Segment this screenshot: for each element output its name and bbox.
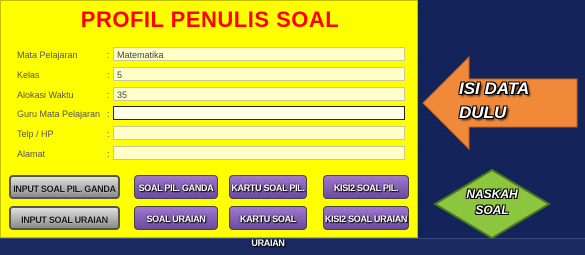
alamat-field[interactable] xyxy=(113,146,405,160)
soal-text: SOAL xyxy=(475,203,509,217)
kartu-soal-uraian-button[interactable]: KARTU SOAL URAIAN xyxy=(229,206,307,248)
profile-panel: PROFIL PENULIS SOAL Mata Pelajaran : Mat… xyxy=(0,0,418,248)
arrow-text-line1: ISI DATA xyxy=(459,79,530,98)
mata-pelajaran-field[interactable]: Matematika xyxy=(113,47,405,61)
field-row-mata-pelajaran: Mata Pelajaran : Matematika xyxy=(17,47,409,63)
guru-mata-pelajaran-field[interactable] xyxy=(113,106,405,120)
field-row-kelas: Kelas : 5 xyxy=(17,67,409,83)
page-title: PROFIL PENULIS SOAL xyxy=(80,7,340,32)
isi-data-dulu-arrow: ISI DATA DULU xyxy=(421,55,581,151)
field-label: Guru Mata Pelajaran xyxy=(17,109,101,119)
field-separator: : xyxy=(107,129,110,139)
field-separator: : xyxy=(107,70,110,80)
field-row-alokasi-waktu: Alokasi Waktu : 35 xyxy=(17,87,409,103)
kisi2-soal-uraian-button[interactable]: KISI2 SOAL URAIAN xyxy=(323,206,409,230)
field-row-guru: Guru Mata Pelajaran : xyxy=(17,106,409,122)
field-separator: : xyxy=(107,50,110,60)
alokasi-waktu-field[interactable]: 35 xyxy=(113,87,405,101)
field-label: Alokasi Waktu xyxy=(17,90,74,100)
field-label: Alamat xyxy=(17,149,46,159)
field-row-telp: Telp / HP : xyxy=(17,126,409,142)
soal-uraian-button[interactable]: SOAL URAIAN xyxy=(134,206,218,230)
field-separator: : xyxy=(107,149,110,159)
input-soal-pil-ganda-button[interactable]: INPUT SOAL PIL. GANDA xyxy=(9,175,120,199)
telp-hp-field[interactable] xyxy=(113,126,405,140)
kelas-field[interactable]: 5 xyxy=(113,67,405,81)
naskah-text: NASKAH xyxy=(466,187,518,201)
kisi2-soal-pil-ganda-button[interactable]: KISI2 SOAL PIL. GANDA xyxy=(323,175,409,217)
kartu-soal-pil-button[interactable]: KARTU SOAL PIL. xyxy=(229,175,307,199)
field-label: Telp / HP xyxy=(17,129,54,139)
input-soal-uraian-button[interactable]: INPUT SOAL URAIAN xyxy=(9,206,120,230)
field-separator: : xyxy=(107,90,110,100)
soal-pil-ganda-button[interactable]: SOAL PIL. GANDA xyxy=(134,175,218,199)
sheet-row-strip xyxy=(0,238,585,254)
arrow-text-line2: DULU xyxy=(459,103,507,122)
field-row-alamat: Alamat : xyxy=(17,146,409,162)
field-label: Mata Pelajaran xyxy=(17,50,78,60)
naskah-soal-button[interactable]: NASKAH SOAL xyxy=(433,168,551,240)
field-label: Kelas xyxy=(17,70,40,80)
field-separator: : xyxy=(107,109,110,119)
